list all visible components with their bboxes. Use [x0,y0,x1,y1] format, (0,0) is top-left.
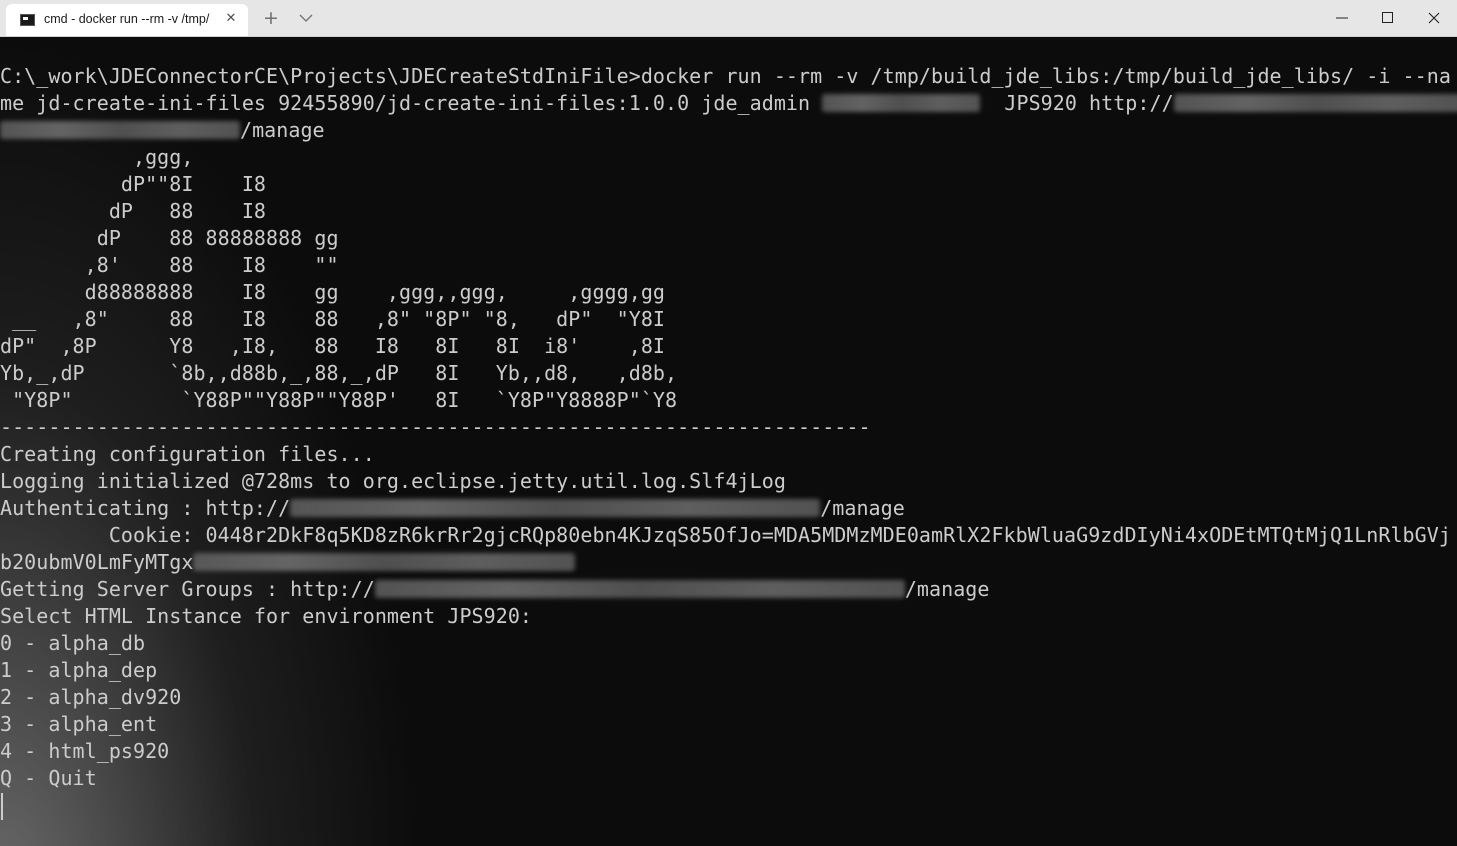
terminal-line: Select HTML Instance for environment JPS… [0,604,533,628]
tab-cmd[interactable]: cmd - docker run --rm -v /tmp/ ✕ [6,4,248,36]
tab-title: cmd - docker run --rm -v /tmp/ [44,12,210,26]
ascii-art-line: ,ggg, [0,145,194,169]
redacted-text [0,121,240,139]
terminal-line: me jd-create-ini-files 92455890/jd-creat… [0,90,1457,117]
new-tab-button[interactable]: + [260,7,282,29]
chevron-down-icon[interactable] [296,8,316,28]
terminal-line: Authenticating : http:// /manage [0,495,1457,522]
menu-option: Q - Quit [0,766,97,790]
close-icon [1428,12,1440,24]
cmd-icon [20,14,35,26]
ascii-art-line: __ ,8" 88 I8 88 ,8" "8P" "8, dP" "Y8I [0,307,666,331]
close-window-button[interactable] [1411,0,1457,36]
terminal-line: /manage [0,117,1457,144]
ascii-art-line: d88888888 I8 gg ,ggg,,ggg, ,gggg,gg [0,280,666,304]
terminal-lines: C:\_work\JDEConnectorCE\Projects\JDECrea… [0,63,1457,792]
terminal-line: Getting Server Groups : http:// /manage [0,576,1457,603]
maximize-button[interactable] [1365,0,1411,36]
ascii-art-line: Yb,_,dP `8b,,d88b,_,88,_,dP 8I Yb,,d8, ,… [0,361,678,385]
menu-option: 3 - alpha_ent [0,712,158,736]
minimize-button[interactable] [1319,0,1365,36]
terminal-text: /manage [240,118,325,142]
text-cursor [1,793,3,820]
terminal-text: b20ubmV0LmFyMTgx [0,550,194,574]
terminal-text: Getting Server Groups : http:// [0,577,375,601]
minimize-icon [1336,17,1348,19]
menu-option: 1 - alpha_dep [0,658,158,682]
title-bar: cmd - docker run --rm -v /tmp/ ✕ + [0,0,1457,37]
redacted-text [1173,94,1457,112]
ascii-art-line: ,8' 88 I8 "" [0,253,339,277]
terminal-text: Authenticating : http:// [0,496,291,520]
menu-option: 4 - html_ps920 [0,739,170,763]
terminal-text: /manage [820,496,905,520]
terminal-line: C:\_work\JDEConnectorCE\Projects\JDECrea… [0,64,1451,88]
redacted-text [290,499,821,517]
ascii-art-line: dP 88 88888888 gg [0,226,339,250]
terminal-window: cmd - docker run --rm -v /tmp/ ✕ + C:\_w… [0,0,1457,846]
redacted-text [822,94,981,112]
terminal-line: Cookie: 0448r2DkF8q5KD8zR6krRr2gjcRQp80e… [0,523,1451,547]
terminal-text: JPS920 http:// [980,91,1174,115]
ascii-art-line: "Y8P" `Y88P""Y88P""Y88P' 8I `Y8P"Y8888P"… [0,388,678,412]
ascii-art-line: dP 88 I8 [0,199,267,223]
menu-option: 2 - alpha_dv920 [0,685,182,709]
terminal-text: me jd-create-ini-files 92455890/jd-creat… [0,91,811,115]
terminal-text: /manage [904,577,990,601]
terminal-line: Logging initialized @728ms to org.eclips… [0,469,786,493]
close-tab-icon[interactable]: ✕ [222,10,240,28]
terminal-output[interactable]: C:\_work\JDEConnectorCE\Projects\JDECrea… [0,37,1457,846]
menu-option: 0 - alpha_db [0,631,146,655]
redacted-text [374,580,905,598]
ascii-art-line: dP" ,8P Y8 ,I8, 88 I8 8I 8I i8' ,8I [0,334,666,358]
terminal-line: Creating configuration files... [0,442,375,466]
ascii-art-line: dP""8I I8 [0,172,267,196]
redacted-text [193,553,576,571]
separator-line: ----------------------------------------… [0,415,871,439]
terminal-line: b20ubmV0LmFyMTgx [0,549,1457,576]
maximize-icon [1382,12,1393,23]
